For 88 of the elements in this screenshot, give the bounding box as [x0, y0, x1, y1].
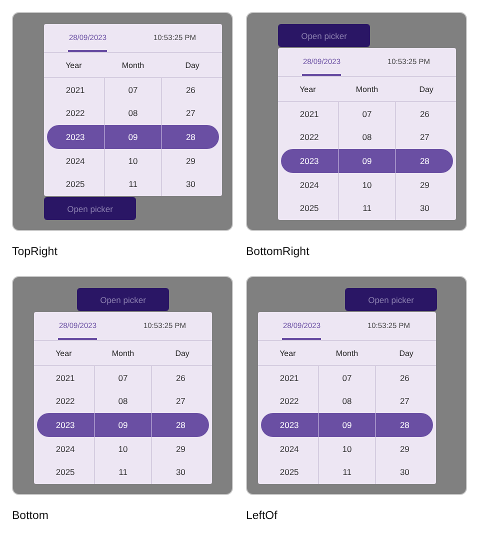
- picker-value: 28: [151, 413, 210, 437]
- open-picker-button[interactable]: Open picker: [77, 288, 169, 311]
- column-header: Month: [334, 348, 360, 360]
- picker-value: 11: [94, 460, 152, 484]
- picker-row[interactable]: 2023 09 28: [37, 413, 209, 437]
- picker-value: 29: [161, 148, 220, 172]
- picker-value: 28: [375, 413, 434, 437]
- picker-row[interactable]: 2021 07 26: [37, 366, 209, 390]
- column-header: Day: [174, 348, 190, 360]
- picker-value: 2025: [298, 202, 320, 216]
- demo-label: Bottom: [12, 510, 50, 522]
- column-header: Month: [354, 84, 380, 96]
- column-header: Day: [418, 84, 434, 96]
- picker-value: 07: [338, 102, 396, 126]
- demo-label: TopRight: [12, 246, 58, 258]
- picker-value: 07: [318, 366, 376, 390]
- picker-value: 2023: [278, 418, 300, 432]
- picker-value: 11: [318, 460, 376, 484]
- picker-value: 26: [151, 366, 210, 390]
- picker-value: 2024: [298, 178, 320, 192]
- picker-row[interactable]: 2023 09 28: [47, 125, 219, 149]
- open-picker-button[interactable]: Open picker: [44, 197, 136, 220]
- column-header: Month: [110, 348, 136, 360]
- picker-value: 2023: [54, 418, 76, 432]
- picker-value: 09: [94, 413, 152, 437]
- picker-value: 30: [161, 172, 220, 196]
- picker-value: 2021: [298, 108, 320, 121]
- column-header: Day: [184, 60, 200, 72]
- column-header: Month: [120, 60, 146, 72]
- picker-value: 29: [151, 436, 210, 460]
- picker-value: 28: [161, 125, 220, 149]
- picker-value: 09: [318, 413, 376, 437]
- picker-value: 2022: [298, 131, 320, 144]
- picker-row[interactable]: 2021 07 26: [47, 78, 219, 102]
- picker-value: 2025: [64, 178, 86, 192]
- picker-value: 30: [395, 196, 454, 220]
- picker-value: 2024: [278, 442, 300, 456]
- picker-value: 11: [338, 196, 396, 220]
- picker-value: 09: [338, 149, 396, 173]
- picker-row[interactable]: 2021 07 26: [261, 366, 433, 390]
- picker-value: 09: [104, 125, 162, 149]
- picker-row[interactable]: 2025 11 30: [281, 196, 453, 220]
- picker-row[interactable]: 2025 11 30: [37, 460, 209, 484]
- picker-value: 2022: [54, 395, 76, 408]
- column-header: Day: [398, 348, 414, 360]
- column-header: Year: [298, 84, 317, 96]
- picker-value: 2023: [298, 154, 320, 168]
- column-header: Year: [64, 60, 83, 72]
- picker-value: 2022: [278, 395, 300, 408]
- picker-value: 29: [375, 436, 434, 460]
- picker-row[interactable]: 2021 07 26: [281, 102, 453, 126]
- open-picker-button[interactable]: Open picker: [345, 288, 437, 311]
- picker-value: 2023: [64, 130, 86, 144]
- picker-value: 10: [338, 172, 396, 196]
- picker-row[interactable]: 2025 11 30: [47, 172, 219, 196]
- demo-label: LeftOf: [246, 510, 278, 522]
- picker-row[interactable]: 2024 10 29: [47, 148, 219, 172]
- picker-value: 26: [395, 102, 454, 126]
- picker-value: 2021: [278, 372, 300, 385]
- picker-row[interactable]: 2025 11 30: [261, 460, 433, 484]
- open-picker-button[interactable]: Open picker: [278, 24, 370, 47]
- picker-value: 10: [318, 436, 376, 460]
- picker-value: 2022: [64, 107, 86, 120]
- picker-value: 11: [104, 172, 162, 196]
- picker-value: 10: [104, 148, 162, 172]
- column-header: Year: [54, 348, 73, 360]
- picker-row[interactable]: 2024 10 29: [261, 436, 433, 460]
- picker-value: 2021: [54, 372, 76, 385]
- picker-value: 30: [151, 460, 210, 484]
- picker-value: 28: [395, 149, 454, 173]
- picker-value: 2025: [54, 466, 76, 480]
- column-header: Year: [278, 348, 297, 360]
- picker-value: 26: [375, 366, 434, 390]
- picker-value: 2025: [278, 466, 300, 480]
- picker-value: 2024: [54, 442, 76, 456]
- picker-row[interactable]: 2023 09 28: [261, 413, 433, 437]
- picker-row[interactable]: 2024 10 29: [37, 436, 209, 460]
- picker-value: 2024: [64, 154, 86, 168]
- picker-value: 07: [104, 78, 162, 102]
- picker-value: 2021: [64, 84, 86, 97]
- picker-row[interactable]: 2024 10 29: [281, 172, 453, 196]
- picker-value: 10: [94, 436, 152, 460]
- picker-value: 29: [395, 172, 454, 196]
- picker-row[interactable]: 2023 09 28: [281, 149, 453, 173]
- picker-value: 07: [94, 366, 152, 390]
- picker-value: 26: [161, 78, 220, 102]
- demo-label: BottomRight: [246, 246, 310, 258]
- picker-value: 30: [375, 460, 434, 484]
